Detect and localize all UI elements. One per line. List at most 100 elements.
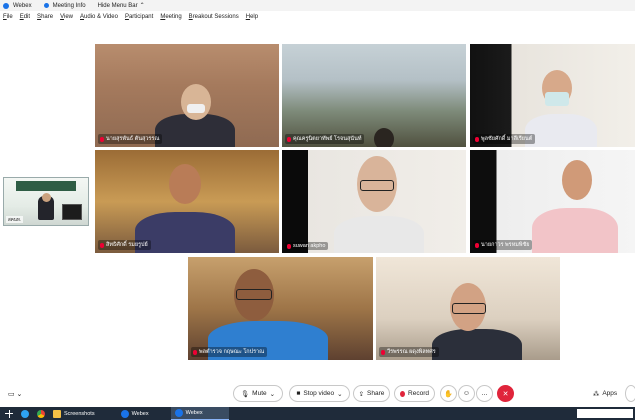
info-icon	[43, 3, 49, 8]
app-name: Webex	[13, 2, 32, 9]
apps-label: Apps	[602, 390, 618, 397]
participant-name: คุณครูนิตยาทัพย์ โรจนสุนันท์	[285, 134, 365, 144]
hide-menu-bar-button[interactable]: Hide Menu Bar ⌃	[97, 2, 145, 10]
participant-head	[181, 84, 211, 120]
hand-icon: ✋	[444, 390, 453, 398]
webex-icon	[174, 409, 183, 417]
video-tile[interactable]: วีรพรรณ ผดุงพิลทศร	[376, 257, 560, 360]
video-tile[interactable]: พลตํารวจ กฤษณะ โกปราณ	[188, 257, 373, 360]
meeting-controls: ▭ ⌄ 🎙 Mute ⌄ ■ Stop video ⌄ ⇪ Share Reco…	[0, 381, 635, 407]
screenshots-label: Screenshots	[64, 410, 95, 417]
participant-head	[169, 164, 201, 204]
self-view-label: สคนท.	[6, 216, 24, 223]
chevron-up-icon: ⌃	[139, 3, 145, 9]
muted-mic-icon	[193, 349, 197, 355]
muted-mic-icon	[475, 136, 479, 142]
camera-icon: ■	[296, 390, 301, 397]
windows-taskbar: Screenshots Webex Webex	[0, 407, 635, 420]
participant-head	[562, 160, 592, 200]
video-tile[interactable]: พูลชัยศักดิ์ มาลีเรียนต์	[470, 44, 635, 147]
chrome-icon	[37, 409, 45, 418]
glasses-shape	[236, 289, 272, 300]
stop-video-button[interactable]: ■ Stop video ⌄	[289, 385, 350, 402]
muted-mic-icon	[287, 243, 291, 249]
title-bar: Webex Meeting Info Hide Menu Bar ⌃	[0, 0, 635, 11]
participant-body	[525, 114, 597, 147]
more-label: ...	[481, 390, 488, 397]
face-mask	[545, 92, 569, 106]
taskbar-search-box[interactable]	[577, 409, 633, 418]
participant-name: suwan akpho	[285, 242, 329, 250]
webex-label: Webex	[131, 410, 149, 417]
apps-button[interactable]: ⁂ Apps	[588, 385, 622, 402]
share-button[interactable]: ⇪ Share	[353, 385, 390, 402]
more-options-button[interactable]: ...	[476, 385, 493, 402]
office-sign	[16, 181, 76, 191]
windows-start-icon[interactable]	[5, 409, 13, 418]
video-tile[interactable]: นายกาวร พรหมพิชัย	[470, 150, 635, 253]
webex-icon	[120, 409, 129, 418]
muted-mic-icon	[475, 242, 479, 248]
participant-name: นายกาวร พรหมพิชัย	[473, 240, 533, 250]
captions-icon: ▭ ⌄	[8, 390, 23, 398]
chrome-taskbar-item[interactable]	[33, 407, 49, 420]
screenshots-taskbar-item[interactable]: Screenshots	[49, 407, 99, 420]
participant-name: พลตํารวจ กฤษณะ โกปราณ	[191, 347, 268, 357]
participant-body	[334, 216, 424, 253]
webex-meeting-label: Webex	[185, 410, 203, 416]
edge-taskbar-item[interactable]	[17, 407, 33, 420]
muted-mic-icon	[100, 136, 104, 142]
self-head	[42, 193, 51, 202]
video-tile[interactable]: สิทธิศักดิ์ รมยรูปย์	[95, 150, 279, 253]
menu-share[interactable]: Share	[37, 14, 53, 20]
menu-edit[interactable]: Edit	[20, 14, 30, 20]
share-icon: ⇪	[358, 390, 365, 398]
menu-breakout-sessions[interactable]: Breakout Sessions	[189, 14, 239, 20]
video-tile[interactable]: นายสุรพันธ์ ตันสุวรรณ	[95, 44, 279, 147]
chevron-down-icon: ⌄	[337, 390, 343, 398]
microphone-icon: 🎙	[240, 390, 250, 398]
participant-body	[532, 208, 618, 253]
apps-icon: ⁂	[592, 390, 600, 398]
glasses-shape	[452, 303, 486, 314]
mute-label: Mute	[252, 390, 267, 397]
participant-name: สิทธิศักดิ์ รมยรูปย์	[98, 240, 151, 250]
video-tile[interactable]: คุณครูนิตยาทัพย์ โรจนสุนันท์	[282, 44, 466, 147]
folder-icon	[53, 409, 61, 418]
reactions-button[interactable]: ☺	[458, 385, 475, 402]
menu-view[interactable]: View	[60, 14, 73, 20]
monitor-shape	[62, 204, 82, 220]
end-meeting-button[interactable]: ✕	[497, 385, 514, 402]
webex-taskbar-item[interactable]: Webex	[117, 407, 153, 420]
smiley-icon: ☺	[462, 390, 471, 397]
menu-help[interactable]: Help	[246, 14, 258, 20]
mute-button[interactable]: 🎙 Mute ⌄	[233, 385, 283, 402]
participant-name: พูลชัยศักดิ์ มาลีเรียนต์	[473, 134, 536, 144]
menu-audio-video[interactable]: Audio & Video	[80, 14, 118, 20]
raise-hand-button[interactable]: ✋	[440, 385, 457, 402]
webex-meeting-taskbar-item[interactable]: Webex	[170, 407, 229, 420]
muted-mic-icon	[100, 242, 104, 248]
participant-head	[374, 128, 394, 147]
share-label: Share	[367, 390, 385, 397]
menu-file[interactable]: File	[3, 14, 13, 20]
menu-participant[interactable]: Participant	[125, 14, 153, 20]
record-icon	[400, 390, 406, 397]
muted-mic-icon	[381, 349, 385, 355]
meeting-info-button[interactable]: Meeting Info	[43, 3, 86, 9]
participant-name: วีรพรรณ ผดุงพิลทศร	[379, 347, 439, 357]
self-view-tile[interactable]: สคนท.	[3, 177, 89, 226]
edge-icon	[21, 409, 29, 418]
menu-meeting[interactable]: Meeting	[160, 14, 181, 20]
side-panel-button[interactable]	[625, 385, 635, 402]
chevron-down-icon: ⌄	[269, 390, 276, 398]
video-tile[interactable]: suwan akpho	[282, 150, 466, 253]
participant-name: นายสุรพันธ์ ตันสุวรรณ	[98, 134, 163, 144]
hide-menu-label: Hide Menu Bar	[97, 2, 138, 9]
close-icon: ✕	[502, 390, 509, 398]
webex-logo-icon	[3, 2, 9, 9]
app-title: Webex	[3, 2, 32, 9]
captions-button[interactable]: ▭ ⌄	[8, 385, 23, 402]
stop-video-label: Stop video	[303, 390, 335, 397]
record-button[interactable]: Record	[394, 385, 435, 402]
